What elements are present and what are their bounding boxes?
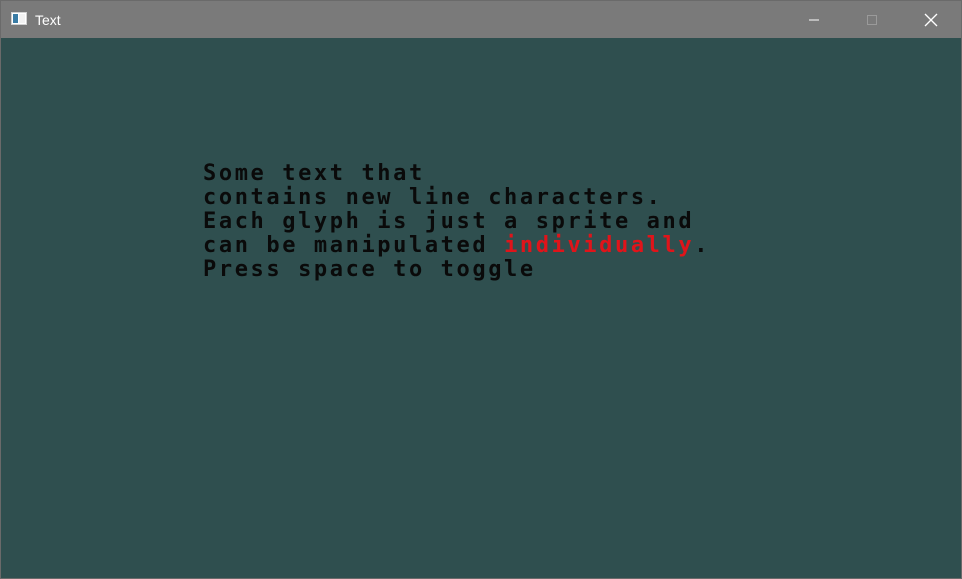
text-line-1: Some text that (203, 161, 425, 186)
app-window-icon (11, 12, 27, 25)
minimize-icon (809, 19, 819, 20)
title-bar[interactable]: Text (1, 1, 961, 38)
text-line-4-start: can be manipulated (203, 233, 505, 258)
close-icon (924, 13, 938, 26)
maximize-button[interactable] (843, 1, 901, 38)
close-button[interactable] (902, 1, 960, 38)
sprite-text-block: Some text that contains new line characte… (203, 162, 710, 282)
text-line-5: Press space to toggle (203, 257, 536, 282)
text-line-2: contains new line characters. (203, 185, 663, 210)
text-line-4: can be manipulated individually. (203, 234, 710, 258)
maximize-icon (867, 14, 877, 25)
text-line-4-end: . (694, 233, 711, 258)
minimize-button[interactable] (785, 1, 843, 38)
app-window: Text Some text that contains new line cha… (0, 0, 962, 579)
highlighted-word: individually (504, 233, 695, 258)
render-canvas[interactable]: Some text that contains new line characte… (1, 38, 961, 578)
window-title: Text (35, 12, 61, 28)
text-line-3: Each glyph is just a sprite and (203, 209, 695, 234)
